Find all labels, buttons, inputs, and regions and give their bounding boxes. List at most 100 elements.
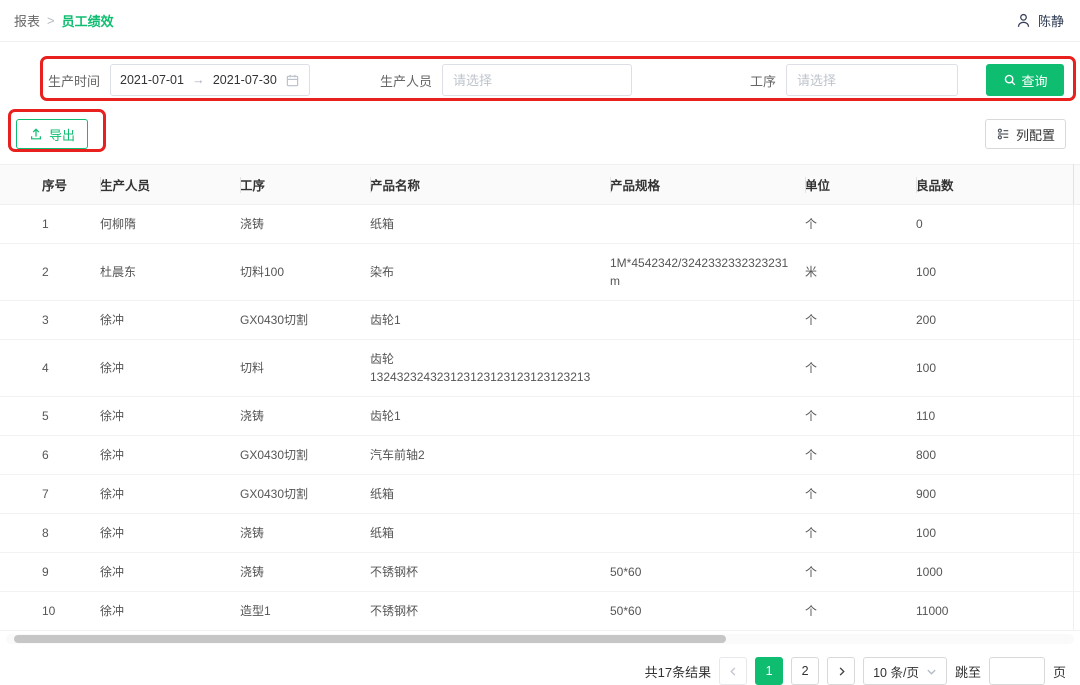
filter-row: 生产时间 2021-07-01 → 2021-07-30 生产人员 工序 查询 (0, 58, 1080, 102)
cell-person: 徐冲 (100, 301, 240, 340)
table-container: 序号 生产人员 工序 产品名称 产品规格 单位 良品数 1 何柳隋 浇铸 纸箱 … (0, 164, 1080, 631)
cell-index: 4 (0, 340, 100, 397)
search-button[interactable]: 查询 (986, 64, 1064, 96)
cell-unit: 个 (805, 340, 916, 397)
cell-good-count: 100 (916, 514, 1073, 553)
cell-product-name: 齿轮1 (370, 301, 610, 340)
cell-process: 浇铸 (240, 205, 370, 244)
cell-good-count: 200 (916, 301, 1073, 340)
export-button-label: 导出 (49, 125, 75, 144)
cell-product-name: 不锈钢杯 (370, 592, 610, 631)
jump-to-suffix: 页 (1053, 662, 1066, 681)
person-filter-input[interactable] (442, 64, 632, 96)
next-page-button[interactable] (827, 657, 855, 685)
col-header-product-name: 产品名称 (370, 165, 610, 205)
cell-process: 切料 (240, 340, 370, 397)
breadcrumb-current: 员工绩效 (62, 11, 114, 30)
table-row: 3 徐冲 GX0430切割 齿轮1 个 200 (0, 301, 1080, 340)
cell-product-spec: 50*60 (610, 553, 805, 592)
date-filter-label: 生产时间 (48, 71, 100, 90)
export-icon (29, 127, 43, 141)
cell-good-count: 900 (916, 475, 1073, 514)
cell-product-name: 纸箱 (370, 514, 610, 553)
date-start-value[interactable]: 2021-07-01 (120, 73, 184, 87)
cell-product-spec: 1M*4542342/3242332332323231m (610, 244, 805, 301)
cell-unit: 个 (805, 436, 916, 475)
page-button-1[interactable]: 1 (755, 657, 783, 685)
col-header-unit: 单位 (805, 165, 916, 205)
process-filter-input[interactable] (786, 64, 958, 96)
breadcrumb-separator: > (47, 13, 55, 28)
user-menu[interactable]: 陈静 (1015, 11, 1064, 30)
cell-process: GX0430切割 (240, 436, 370, 475)
chevron-down-icon (926, 666, 937, 677)
cell-index: 1 (0, 205, 100, 244)
breadcrumb-section[interactable]: 报表 (14, 11, 40, 30)
column-config-icon (996, 127, 1010, 141)
pagination: 共17条结果 1 2 10 条/页 跳至 页 (0, 657, 1080, 685)
person-icon (1015, 12, 1032, 29)
table-row: 4 徐冲 切料 齿轮132432324323123123123123123123… (0, 340, 1080, 397)
cell-person: 徐冲 (100, 553, 240, 592)
prev-page-button[interactable] (719, 657, 747, 685)
col-header-good-count: 良品数 (916, 165, 1073, 205)
cell-product-name: 齿轮132432324323123123123123123123213 (370, 340, 610, 397)
date-range-input[interactable]: 2021-07-01 → 2021-07-30 (110, 64, 310, 96)
cell-process: 切料100 (240, 244, 370, 301)
page-size-select[interactable]: 10 条/页 (863, 657, 947, 685)
cell-unit: 个 (805, 301, 916, 340)
table-row: 8 徐冲 浇铸 纸箱 个 100 (0, 514, 1080, 553)
cell-process: 浇铸 (240, 514, 370, 553)
cell-process: GX0430切割 (240, 475, 370, 514)
col-header-product-spec: 产品规格 (610, 165, 805, 205)
cell-process: 浇铸 (240, 553, 370, 592)
cell-good-count: 110 (916, 397, 1073, 436)
cell-person: 徐冲 (100, 340, 240, 397)
cell-index: 6 (0, 436, 100, 475)
table-row: 9 徐冲 浇铸 不锈钢杯 50*60 个 1000 (0, 553, 1080, 592)
cell-process: GX0430切割 (240, 301, 370, 340)
cell-product-spec (610, 475, 805, 514)
cell-unit: 个 (805, 397, 916, 436)
horizontal-scrollbar-thumb[interactable] (14, 635, 726, 643)
cell-product-name: 纸箱 (370, 475, 610, 514)
table-row: 6 徐冲 GX0430切割 汽车前轴2 个 800 (0, 436, 1080, 475)
col-header-process: 工序 (240, 165, 370, 205)
chevron-right-icon (836, 666, 847, 677)
cell-unit: 个 (805, 592, 916, 631)
cell-index: 3 (0, 301, 100, 340)
jump-to-page-input[interactable] (989, 657, 1045, 685)
person-filter-label: 生产人员 (380, 71, 432, 90)
table-row: 10 徐冲 造型1 不锈钢杯 50*60 个 11000 (0, 592, 1080, 631)
cell-good-count: 0 (916, 205, 1073, 244)
breadcrumb: 报表 > 员工绩效 (14, 11, 114, 30)
page-button-2[interactable]: 2 (791, 657, 819, 685)
col-header-index: 序号 (0, 165, 100, 205)
col-header-person: 生产人员 (100, 165, 240, 205)
cell-good-count: 100 (916, 244, 1073, 301)
cell-good-count: 1000 (916, 553, 1073, 592)
cell-product-name: 纸箱 (370, 205, 610, 244)
cell-process: 造型1 (240, 592, 370, 631)
top-bar: 报表 > 员工绩效 陈静 (0, 0, 1080, 42)
cell-unit: 米 (805, 244, 916, 301)
export-button[interactable]: 导出 (16, 119, 88, 149)
user-name: 陈静 (1038, 11, 1064, 30)
chevron-left-icon (728, 666, 739, 677)
cell-good-count: 11000 (916, 592, 1073, 631)
pagination-total: 共17条结果 (645, 662, 711, 681)
cell-index: 7 (0, 475, 100, 514)
table-row: 1 何柳隋 浇铸 纸箱 个 0 (0, 205, 1080, 244)
cell-index: 5 (0, 397, 100, 436)
date-end-value[interactable]: 2021-07-30 (213, 73, 277, 87)
cell-product-name: 齿轮1 (370, 397, 610, 436)
table-header-row: 序号 生产人员 工序 产品名称 产品规格 单位 良品数 (0, 165, 1080, 205)
column-config-button[interactable]: 列配置 (985, 119, 1066, 149)
cell-product-spec (610, 514, 805, 553)
table-row: 2 杜晨东 切料100 染布 1M*4542342/32423323323232… (0, 244, 1080, 301)
search-icon (1003, 73, 1017, 87)
cell-index: 10 (0, 592, 100, 631)
search-button-label: 查询 (1022, 71, 1048, 90)
cell-product-spec (610, 340, 805, 397)
table-row: 5 徐冲 浇铸 齿轮1 个 110 (0, 397, 1080, 436)
